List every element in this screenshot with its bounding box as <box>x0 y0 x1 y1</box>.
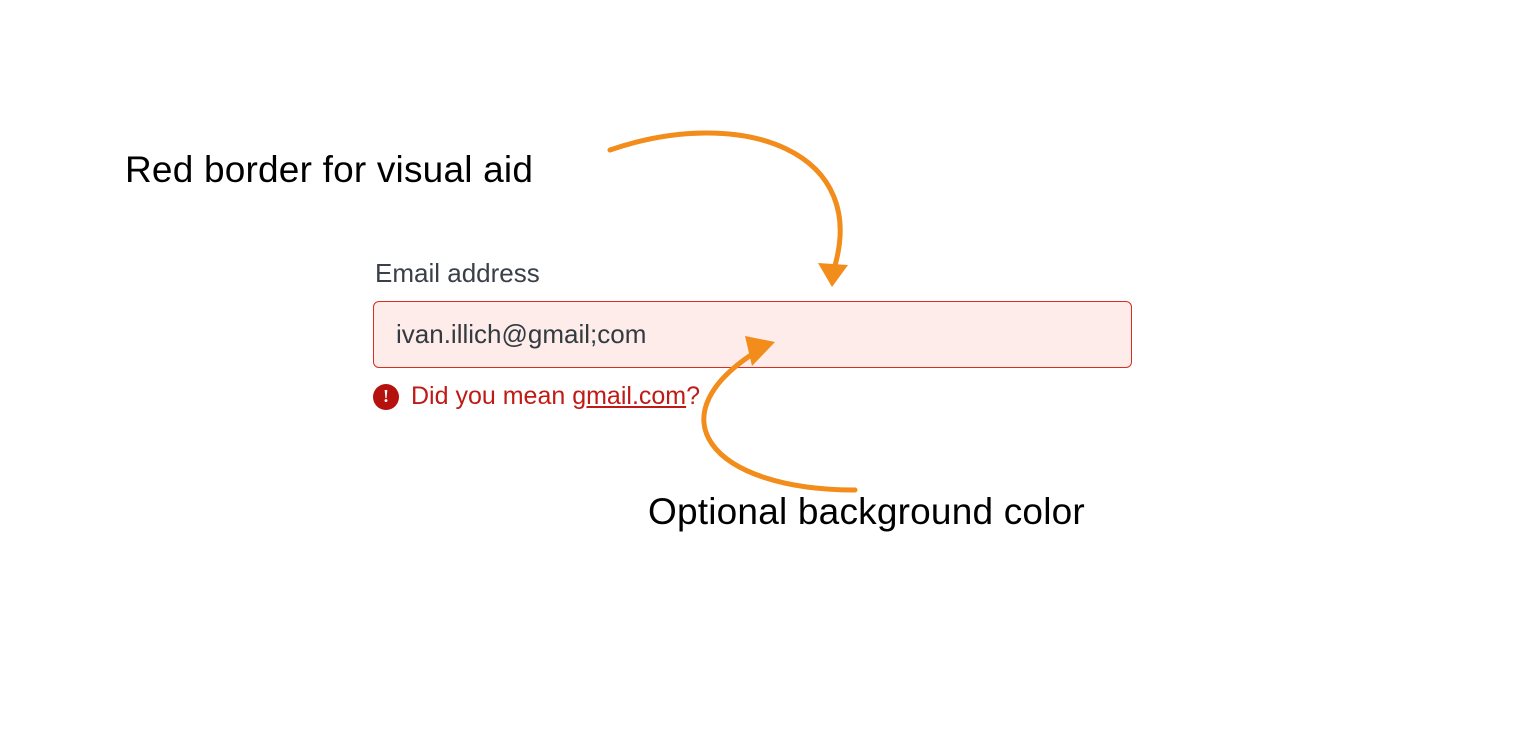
annotation-red-border: Red border for visual aid <box>125 148 533 192</box>
error-prefix: Did you mean <box>411 382 572 410</box>
error-icon: ! <box>373 384 399 410</box>
arrow-to-border <box>600 115 920 315</box>
arrow-to-background <box>630 320 990 510</box>
